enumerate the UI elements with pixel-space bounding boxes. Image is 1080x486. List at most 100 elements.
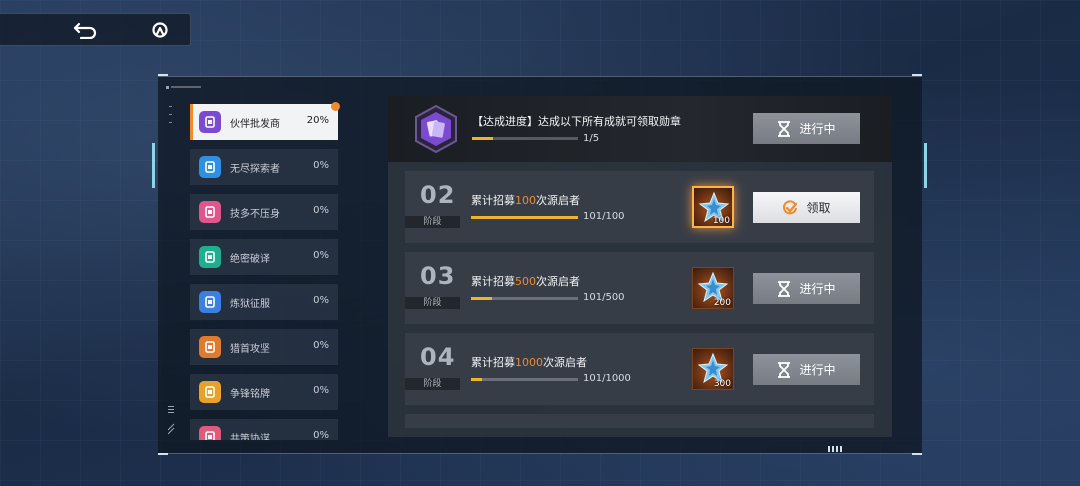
category-percent: 20%: [306, 115, 329, 126]
frame-deco-bars: [828, 446, 842, 452]
category-percent: 0%: [313, 430, 329, 440]
stage-title-target: 500: [515, 275, 536, 288]
top-nav-bar: [0, 13, 191, 46]
category-item[interactable]: 无尽探索者 0%: [190, 149, 338, 185]
status-button[interactable]: 进行中: [753, 273, 860, 304]
frame-accent-right: [924, 143, 927, 188]
category-list: 伙伴批发商 20% 无尽探索者 0% 技多不压身 0% 绝密破译 0% 炼狱征服 0% 猎首攻坚 0%…: [190, 104, 338, 440]
header-status-label: 进行中: [799, 122, 836, 136]
stage-progress-count: 101/100: [583, 211, 625, 222]
header-progress-count: 1/5: [583, 133, 600, 144]
stage-progress-count: 101/1000: [583, 373, 631, 384]
stage-title: 累计招募1000次源启者: [471, 354, 587, 370]
category-percent: 0%: [313, 385, 329, 396]
frame-corner-mark: [158, 453, 168, 455]
header-title: 【达成进度】达成以下所有成就可领取勋章: [472, 115, 681, 128]
category-name: 无尽探索者: [230, 164, 280, 175]
stage-row: 04 阶段 累计招募1000次源启者 101/1000 300 进行中: [405, 333, 874, 405]
home-button[interactable]: [145, 17, 175, 43]
category-item[interactable]: 绝密破译 0%: [190, 239, 338, 275]
category-name: 技多不压身: [230, 209, 280, 220]
frame-deco-text: [166, 86, 201, 89]
stage-number: 03: [420, 262, 456, 290]
stage-row: 02 阶段 累计招募100次源启者 101/100 100 领取: [405, 171, 874, 243]
reward-quantity: 100: [712, 216, 730, 226]
category-name: 绝密破译: [230, 254, 270, 265]
medal-badge-icon: [415, 105, 457, 153]
stage-title-suffix: 次源启者: [536, 194, 580, 207]
stage-label: 阶段: [405, 216, 460, 228]
frame-accent-left: [152, 143, 155, 188]
back-button[interactable]: [70, 17, 100, 43]
hourglass-icon: [778, 280, 791, 297]
shield-icon: [199, 381, 221, 403]
stage-progress-bar: [471, 378, 578, 381]
stage-title-target: 100: [515, 194, 536, 207]
stage-number: 02: [420, 181, 456, 209]
category-item[interactable]: 炼狱征服 0%: [190, 284, 338, 320]
notification-dot: [331, 102, 340, 111]
reward-item[interactable]: 300: [692, 348, 734, 390]
frame-corner-mark: [158, 74, 168, 76]
category-item[interactable]: 猎首攻坚 0%: [190, 329, 338, 365]
stage-row: 03 阶段 累计招募500次源启者 101/500 200 进行中: [405, 252, 874, 324]
stage-title-target: 1000: [515, 356, 543, 369]
stage-button-label: 领取: [806, 201, 831, 215]
header-progress-fill: [472, 137, 494, 140]
lock-icon: [199, 246, 221, 268]
stage-number: 04: [420, 343, 456, 371]
category-percent: 0%: [313, 160, 329, 171]
category-item[interactable]: 伙伴批发商 20%: [190, 104, 338, 140]
gamepad-icon: [199, 201, 221, 223]
side-deco-marks: [168, 106, 175, 435]
category-percent: 0%: [313, 340, 329, 351]
stage-progress-fill: [471, 216, 578, 219]
category-item[interactable]: 争锋铭牌 0%: [190, 374, 338, 410]
stage-row-partial: [405, 414, 874, 428]
card-deck-icon: [199, 111, 221, 133]
stage-progress-fill: [471, 378, 482, 381]
telescope-icon: [199, 156, 221, 178]
reward-item[interactable]: 200: [692, 267, 734, 309]
claim-button[interactable]: 领取: [753, 192, 860, 223]
frame-corner-mark: [912, 74, 922, 76]
stage-title: 累计招募500次源启者: [471, 273, 580, 289]
stage-title-prefix: 累计招募: [471, 194, 515, 207]
category-name: 炼狱征服: [230, 299, 270, 310]
stage-title-suffix: 次源启者: [536, 275, 580, 288]
category-item[interactable]: 共策协谋 0%: [190, 419, 338, 440]
stage-label: 阶段: [405, 378, 460, 390]
category-item[interactable]: 技多不压身 0%: [190, 194, 338, 230]
reward-quantity: 200: [713, 298, 731, 308]
stage-button-label: 进行中: [799, 363, 836, 377]
helmet-icon: [199, 336, 221, 358]
stage-title-prefix: 累计招募: [471, 356, 515, 369]
category-name: 共策协谋: [230, 434, 270, 440]
status-button[interactable]: 进行中: [753, 354, 860, 385]
reward-quantity: 300: [713, 379, 731, 389]
checkmark-circle-icon: [783, 199, 798, 214]
stage-title: 累计招募100次源启者: [471, 192, 580, 208]
crown-icon: [199, 291, 221, 313]
category-name: 争锋铭牌: [230, 389, 270, 400]
stage-progress-count: 101/500: [583, 292, 625, 303]
category-name: 伙伴批发商: [230, 119, 280, 130]
category-percent: 0%: [313, 205, 329, 216]
app-logo-icon: [152, 22, 168, 38]
stage-label: 阶段: [405, 297, 460, 309]
stage-progress-bar: [471, 216, 578, 219]
header-status-button[interactable]: 进行中: [753, 113, 860, 144]
stage-button-label: 进行中: [799, 282, 836, 296]
back-arrow-icon: [73, 22, 97, 39]
category-name: 猎首攻坚: [230, 344, 270, 355]
reward-item[interactable]: 100: [692, 186, 734, 228]
stage-progress-bar: [471, 297, 578, 300]
hourglass-icon: [778, 120, 791, 137]
stage-progress-fill: [471, 297, 493, 300]
hourglass-icon: [778, 361, 791, 378]
category-percent: 0%: [313, 295, 329, 306]
frame-corner-mark: [912, 453, 922, 455]
category-percent: 0%: [313, 250, 329, 261]
handshake-icon: [199, 426, 221, 440]
header-progress-bar: [472, 137, 578, 140]
